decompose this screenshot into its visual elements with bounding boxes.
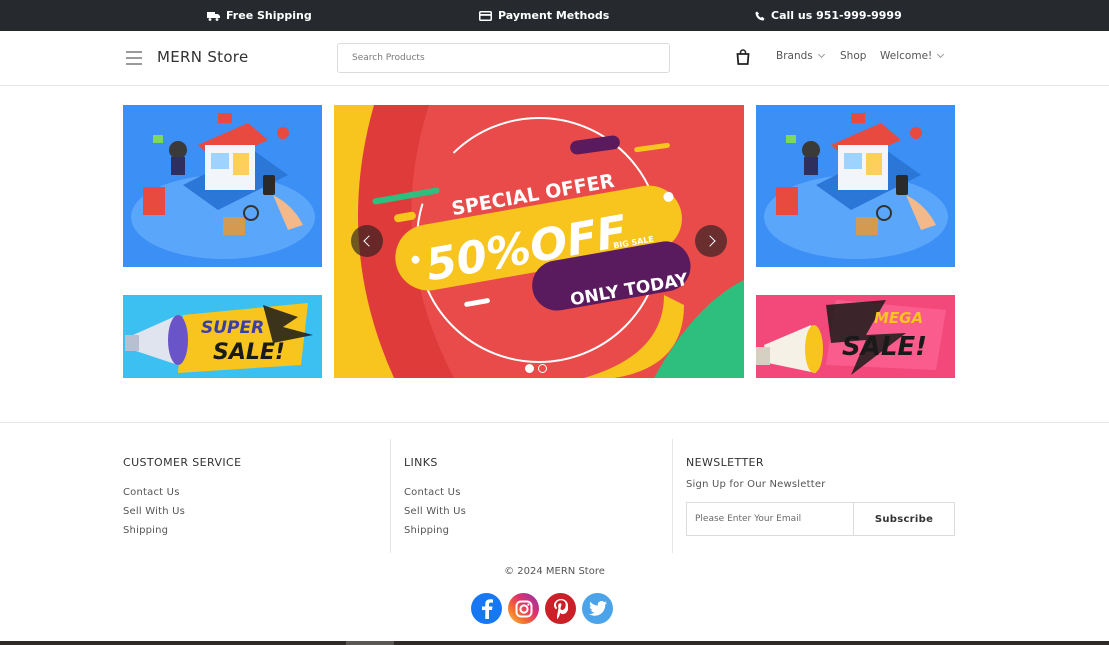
footer-link-shipping[interactable]: Shipping xyxy=(123,521,390,540)
free-shipping-label: Free Shipping xyxy=(226,9,312,22)
chevron-down-icon xyxy=(817,50,825,59)
hero-carousel[interactable]: SPECIAL OFFER 50%OFF BIG SALE ONLY TODAY xyxy=(334,105,744,378)
footer-links: LINKS Contact Us Sell With Us Shipping xyxy=(404,439,673,553)
top-bar: Free Shipping Payment Methods Call us 95… xyxy=(0,0,1109,31)
search-input[interactable] xyxy=(337,43,670,73)
call-us-label: Call us 951-999-9999 xyxy=(771,9,902,22)
copyright-text: © 2024 MERN Store xyxy=(504,566,605,577)
nav-welcome-dropdown[interactable]: Welcome! xyxy=(880,50,945,62)
carousel-prev-button[interactable] xyxy=(351,225,383,257)
mega-text: MEGA xyxy=(874,309,923,327)
mega-sale-art: MEGA SALE! xyxy=(756,295,955,378)
carousel-dot-2[interactable] xyxy=(538,364,547,373)
super-text: SUPER xyxy=(201,318,264,338)
shop-illustration xyxy=(764,113,948,259)
instagram-icon[interactable] xyxy=(508,593,539,624)
cart-icon[interactable] xyxy=(736,49,750,69)
chevron-left-icon xyxy=(362,235,375,247)
footer-link-contact[interactable]: Contact Us xyxy=(123,483,390,502)
footer-link-sell[interactable]: Sell With Us xyxy=(404,502,672,521)
carousel-dot-1[interactable] xyxy=(525,364,534,373)
payment-methods-label: Payment Methods xyxy=(498,9,610,22)
carousel-next-button[interactable] xyxy=(695,225,727,257)
shop-illustration xyxy=(131,113,315,259)
banner-shop-illustration-right[interactable] xyxy=(756,105,955,267)
special-offer-slide: SPECIAL OFFER 50%OFF BIG SALE ONLY TODAY xyxy=(334,105,744,378)
footer-link-sell[interactable]: Sell With Us xyxy=(123,502,390,521)
menu-icon[interactable] xyxy=(126,51,142,65)
banner-shop-illustration-left[interactable] xyxy=(123,105,322,267)
footer-heading: CUSTOMER SERVICE xyxy=(123,456,242,469)
site-footer: CUSTOMER SERVICE Contact Us Sell With Us… xyxy=(0,422,1109,641)
free-shipping-item[interactable]: Free Shipping xyxy=(207,0,312,31)
newsletter-subtitle: Sign Up for Our Newsletter xyxy=(686,479,826,490)
twitter-icon[interactable] xyxy=(582,593,613,624)
chevron-right-icon xyxy=(703,235,716,247)
phone-icon xyxy=(755,11,765,21)
newsletter-email-input[interactable] xyxy=(687,503,854,535)
nav-brands-label: Brands xyxy=(776,50,813,62)
footer-heading: NEWSLETTER xyxy=(686,456,764,469)
truck-icon xyxy=(207,11,220,21)
sale-text: SALE! xyxy=(213,340,285,365)
subscribe-button[interactable]: Subscribe xyxy=(854,503,954,535)
footer-link-contact[interactable]: Contact Us xyxy=(404,483,672,502)
banner-super-sale[interactable]: SUPER SALE! xyxy=(123,295,322,378)
scrollbar-thumb[interactable] xyxy=(346,641,394,645)
sale-text: SALE! xyxy=(842,332,927,362)
nav-brands-dropdown[interactable]: Brands xyxy=(776,50,825,62)
bottom-strip xyxy=(0,641,1109,645)
chevron-down-icon xyxy=(937,50,945,59)
nav-shop-link[interactable]: Shop xyxy=(840,50,866,62)
footer-heading: LINKS xyxy=(404,456,438,469)
main-header: MERN Store Brands Shop Welcome! xyxy=(0,31,1109,86)
footer-link-shipping[interactable]: Shipping xyxy=(404,521,672,540)
nav-shop-label: Shop xyxy=(840,50,867,62)
newsletter-form: Subscribe xyxy=(686,502,955,536)
call-us-item[interactable]: Call us 951-999-9999 xyxy=(755,0,902,31)
carousel-dots xyxy=(525,364,547,373)
payment-methods-item[interactable]: Payment Methods xyxy=(479,0,609,31)
super-sale-art: SUPER SALE! xyxy=(123,295,322,378)
pinterest-icon[interactable] xyxy=(545,593,576,624)
footer-customer-service: CUSTOMER SERVICE Contact Us Sell With Us… xyxy=(123,439,391,553)
nav-welcome-label: Welcome! xyxy=(880,50,933,62)
store-logo[interactable]: MERN Store xyxy=(157,48,248,66)
footer-newsletter: NEWSLETTER Sign Up for Our Newsletter Su… xyxy=(686,439,956,553)
facebook-icon[interactable] xyxy=(471,593,502,624)
banner-mega-sale[interactable]: MEGA SALE! xyxy=(756,295,955,378)
social-links xyxy=(471,593,613,624)
credit-card-icon xyxy=(479,10,492,21)
